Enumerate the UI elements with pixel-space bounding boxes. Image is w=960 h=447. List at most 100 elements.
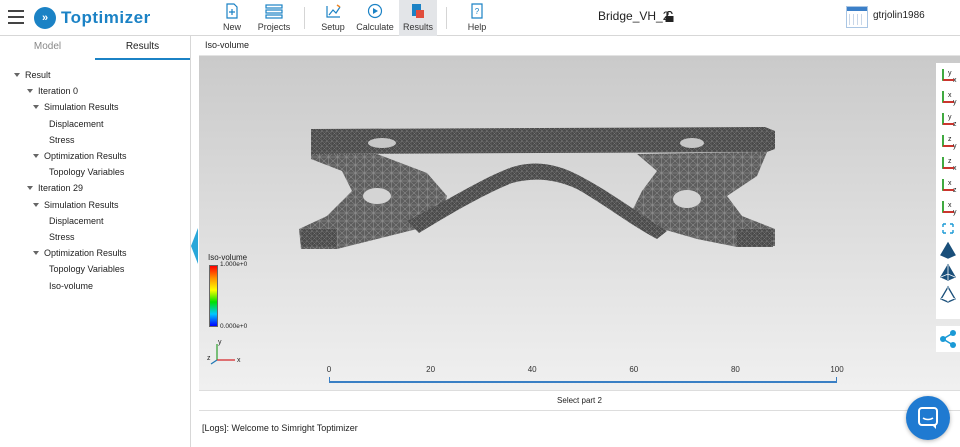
view-right-button[interactable]: zy <box>938 131 958 150</box>
calculate-button[interactable]: Calculate <box>354 0 396 36</box>
scale-label: 20 <box>426 365 436 374</box>
view-bottom-button[interactable]: xz <box>938 175 958 194</box>
tree-item[interactable]: Iteration 29 <box>27 181 83 195</box>
tab-model[interactable]: Model <box>0 36 95 60</box>
share-button[interactable] <box>936 326 960 352</box>
shaded-edges-button[interactable] <box>938 263 958 282</box>
view-toolbar: yxxyyzzyzxxzxy <box>936 63 960 319</box>
tree-item[interactable]: Stress <box>49 230 75 244</box>
caret-down-icon[interactable] <box>27 186 33 191</box>
tree-item[interactable]: Result <box>14 68 51 82</box>
status-bar: Select part 2 <box>199 390 960 418</box>
view-bottom-icon: xz <box>938 179 958 196</box>
scale-label: 100 <box>830 365 844 374</box>
view-front-button[interactable]: yx <box>938 65 958 84</box>
scale-bar: 0 20 40 60 80 100 <box>326 359 844 389</box>
status-text: Select part 2 <box>557 396 602 405</box>
caret-down-icon[interactable] <box>33 251 39 256</box>
scale-label: 80 <box>730 365 740 374</box>
legend-color-bar <box>209 265 218 327</box>
unlock-icon[interactable] <box>665 11 674 22</box>
scale-label: 0 <box>326 365 332 374</box>
tree-item-label: Optimization Results <box>44 151 127 161</box>
legend-min-value: 0.000e+0 <box>220 323 248 330</box>
scale-tick <box>329 377 330 383</box>
tree-item-label: Optimization Results <box>44 248 127 259</box>
help-button[interactable]: ? Help <box>463 0 491 36</box>
svg-text:y: y <box>953 209 957 216</box>
help-icon: ? <box>471 3 483 19</box>
caret-down-icon[interactable] <box>33 105 39 110</box>
calculate-icon <box>367 3 383 19</box>
caret-down-icon[interactable] <box>33 202 39 207</box>
view-back-button[interactable]: xy <box>938 87 958 106</box>
tree-item[interactable]: Topology Variables <box>49 262 124 276</box>
tab-results[interactable]: Results <box>95 36 190 60</box>
menu-icon[interactable] <box>8 10 24 24</box>
view-iso-button[interactable]: xy <box>938 197 958 216</box>
app-logo[interactable]: » Toptimizer <box>34 7 151 29</box>
view-top-button[interactable]: zx <box>938 153 958 172</box>
svg-text:z: z <box>948 136 952 143</box>
svg-text:?: ? <box>475 7 480 16</box>
tree-item[interactable]: Optimization Results <box>33 246 127 260</box>
setup-button[interactable]: Setup <box>316 0 350 36</box>
view-left-icon: yz <box>938 113 958 130</box>
caret-down-icon[interactable] <box>27 89 33 94</box>
view-top-icon: zx <box>938 157 958 174</box>
3d-viewport[interactable]: Iso-volume 1.000e+0 0.000e+0 y x z 0 20 40… <box>199 56 960 390</box>
collapse-sidebar-handle[interactable] <box>191 228 198 264</box>
viewer-header: Iso-volume <box>199 36 960 56</box>
tree-item[interactable]: Iteration 0 <box>27 84 78 98</box>
document-title: Bridge_VH_2 <box>598 9 670 23</box>
results-button[interactable]: Results <box>399 0 437 36</box>
svg-text:y: y <box>948 70 952 77</box>
wireframe-icon <box>938 285 958 306</box>
tree-item[interactable]: Topology Variables <box>49 165 124 179</box>
svg-text:y: y <box>953 143 957 150</box>
tree-item-label: Stress <box>49 134 75 145</box>
new-file-icon <box>226 3 238 19</box>
tree-item[interactable]: Stress <box>49 133 75 147</box>
help-label: Help <box>467 22 487 32</box>
chat-button[interactable] <box>906 396 950 440</box>
share-icon <box>940 330 956 348</box>
scale-line <box>329 381 837 383</box>
viewer-title: Iso-volume <box>205 40 250 50</box>
chat-icon <box>918 407 938 429</box>
app-root: » Toptimizer New Projects Setup Calculat… <box>0 0 960 447</box>
tree-item[interactable]: Simulation Results <box>33 100 119 114</box>
tree-item-label: Displacement <box>49 118 104 129</box>
wireframe-button[interactable] <box>938 285 958 304</box>
avatar[interactable] <box>846 6 868 28</box>
tree-item[interactable]: Simulation Results <box>33 198 119 212</box>
tree-item[interactable]: Displacement <box>49 214 104 228</box>
tree-item-label: Topology Variables <box>49 264 125 275</box>
tree-item[interactable]: Displacement <box>49 117 104 131</box>
fit-view-button[interactable] <box>938 219 958 238</box>
results-icon <box>412 4 424 18</box>
svg-text:x: x <box>948 92 952 99</box>
tree-item-label: Stress <box>49 232 75 242</box>
caret-down-icon[interactable] <box>33 154 39 158</box>
new-button[interactable]: New <box>218 0 246 36</box>
axis-triad-icon: y x z <box>207 339 241 365</box>
username[interactable]: gtrjolin1986 <box>873 10 925 21</box>
shaded-button[interactable] <box>938 241 958 260</box>
projects-list-icon <box>265 4 283 19</box>
tree-item[interactable]: Iso-volume <box>49 279 93 293</box>
caret-down-icon[interactable] <box>14 73 20 77</box>
view-left-button[interactable]: yz <box>938 109 958 128</box>
bridge-mesh-model[interactable] <box>297 121 777 266</box>
fit-view-icon <box>938 223 958 240</box>
tree-item[interactable]: Optimization Results <box>33 149 127 163</box>
scale-label: 60 <box>629 365 639 374</box>
scale-tick <box>836 377 837 383</box>
projects-button[interactable]: Projects <box>254 0 294 36</box>
triad-x-label: x <box>237 357 241 364</box>
scale-label: 40 <box>527 365 537 374</box>
svg-text:y: y <box>953 99 957 106</box>
view-right-icon: zy <box>938 135 958 152</box>
setup-label: Setup <box>321 22 345 32</box>
toolbar-divider <box>304 7 305 29</box>
